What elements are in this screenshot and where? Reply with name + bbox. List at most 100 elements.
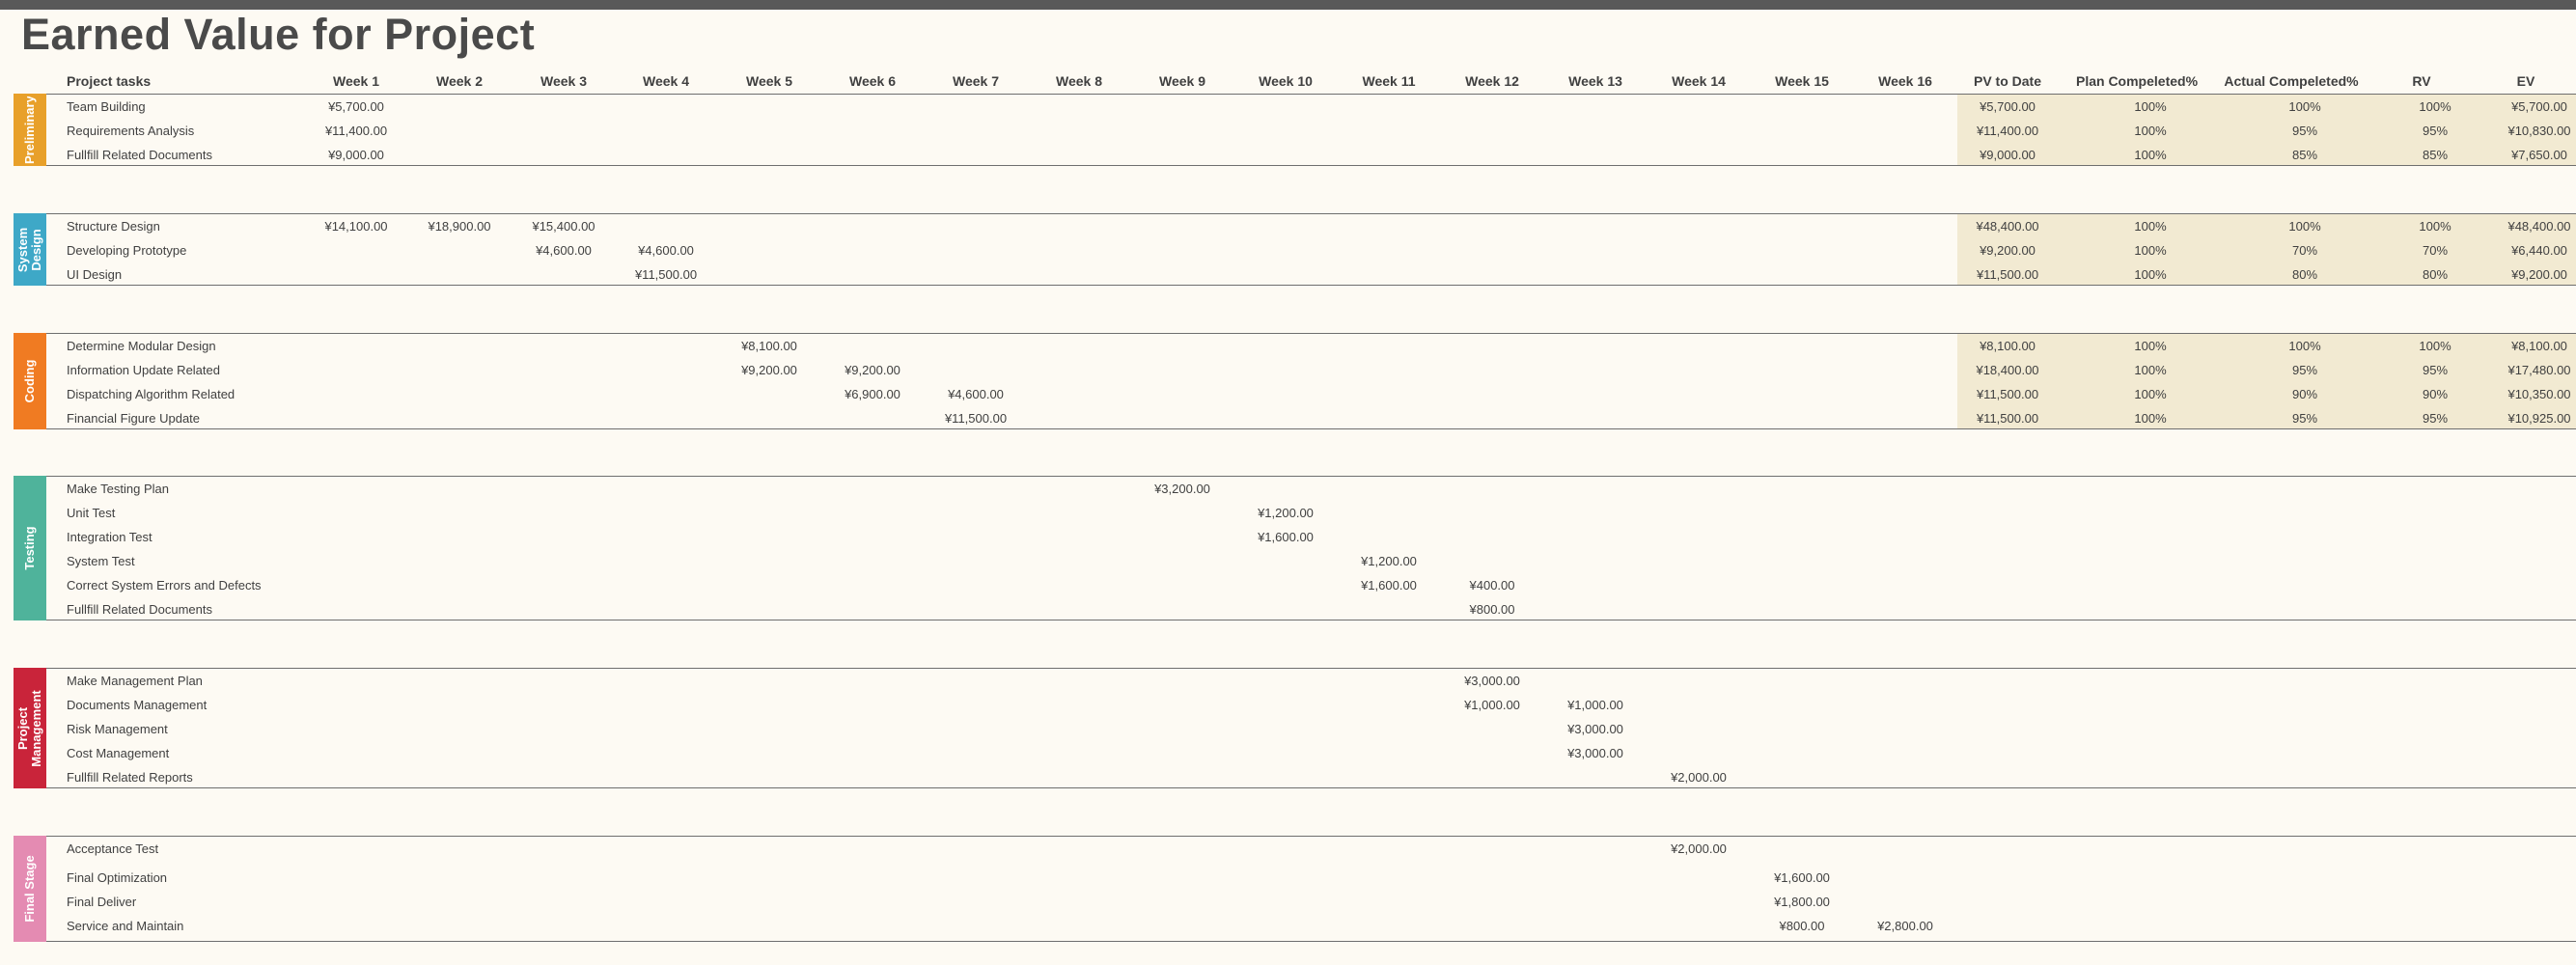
rv-value: 100% [2419, 99, 2451, 114]
ev-value: ¥7,650.00 [2511, 148, 2567, 162]
rv-value: 95% [2422, 411, 2449, 426]
plan-completed-value: 100% [2134, 148, 2167, 162]
actual-completed-value: 100% [2288, 99, 2321, 114]
table-row: Make Testing Plan ¥3,200.00 [14, 477, 2576, 501]
header-week-15: Week 15 [1775, 73, 1829, 89]
week-12-cost: ¥400.00 [1469, 578, 1515, 593]
week-3-cost: ¥4,600.00 [536, 243, 592, 258]
pv-to-date-value: ¥8,100.00 [1980, 339, 2036, 353]
header-week-14: Week 14 [1672, 73, 1726, 89]
ev-value: ¥10,830.00 [2507, 124, 2571, 138]
ev-value: ¥6,440.00 [2511, 243, 2567, 258]
pv-to-date-value: ¥11,400.00 [1976, 124, 2039, 138]
rv-value: 90% [2422, 387, 2449, 401]
actual-completed-value: 85% [2291, 148, 2318, 162]
week-11-cost: ¥1,200.00 [1361, 554, 1417, 568]
pv-to-date-value: ¥11,500.00 [1976, 267, 2039, 282]
week-1-cost: ¥11,400.00 [324, 124, 388, 138]
week-14-cost: ¥2,000.00 [1671, 770, 1727, 785]
header-week-1: Week 1 [333, 73, 379, 89]
actual-completed-value: 80% [2291, 267, 2318, 282]
rv-value: 80% [2422, 267, 2449, 282]
week-5-cost: ¥8,100.00 [741, 339, 797, 353]
table-row: Correct System Errors and Defects ¥1,600.… [14, 573, 2576, 597]
task-name: Team Building [67, 99, 146, 114]
week-6-cost: ¥9,200.00 [845, 363, 900, 377]
table-row: UI Design ¥11,500.00 ¥11,500.00 100% 80% 80% ¥… [14, 262, 2576, 287]
header-pv-to-date: PV to Date [1973, 73, 2042, 89]
top-bar [0, 0, 2576, 10]
table-row: Financial Figure Update ¥11,500.00 ¥11,500… [14, 406, 2576, 430]
task-group-final-stage: Final Stage Acceptance Test ¥2,000.00 Final… [14, 836, 2576, 942]
pv-to-date-value: ¥11,500.00 [1976, 387, 2039, 401]
task-name: Requirements Analysis [67, 124, 195, 138]
week-13-cost: ¥1,000.00 [1567, 698, 1623, 712]
header-week-12: Week 12 [1465, 73, 1519, 89]
header-plan-completed: Plan Compeleted% [2075, 73, 2199, 89]
table-row: Fullfill Related Reports ¥2,000.00 [14, 765, 2576, 789]
table-row: Final Optimization ¥1,600.00 [14, 866, 2576, 890]
task-name: Acceptance Test [67, 841, 159, 856]
week-10-cost: ¥1,600.00 [1258, 530, 1314, 544]
task-name: Correct System Errors and Defects [67, 578, 262, 593]
plan-completed-value: 100% [2134, 363, 2167, 377]
header-ev: EV [2516, 73, 2535, 89]
header-rv: RV [2412, 73, 2431, 89]
table-row: Determine Modular Design ¥8,100.00 ¥8,100.… [14, 334, 2576, 358]
actual-completed-value: 100% [2288, 339, 2321, 353]
header-week-6: Week 6 [849, 73, 896, 89]
table-row: Team Building ¥5,700.00 ¥5,700.00 100% 100% 1… [14, 95, 2576, 119]
header-week-9: Week 9 [1159, 73, 1205, 89]
week-12-cost: ¥3,000.00 [1464, 674, 1520, 688]
table-row: Structure Design ¥14,100.00 ¥18,900.00 ¥15,… [14, 214, 2576, 238]
task-name: Service and Maintain [67, 919, 184, 933]
table-row: Developing Prototype ¥4,600.00 ¥4,600.00 ¥9… [14, 238, 2576, 262]
week-11-cost: ¥1,600.00 [1361, 578, 1417, 593]
table-row: Make Management Plan ¥3,000.00 [14, 669, 2576, 693]
task-name: Structure Design [67, 219, 160, 234]
header-week-11: Week 11 [1362, 73, 1416, 89]
task-name: Final Deliver [67, 895, 137, 909]
task-name: Final Optimization [67, 870, 168, 885]
ev-value: ¥8,100.00 [2511, 339, 2567, 353]
rv-value: 100% [2419, 339, 2451, 353]
task-name: Integration Test [67, 530, 152, 544]
pv-to-date-value: ¥48,400.00 [1976, 219, 2039, 234]
pv-to-date-value: ¥11,500.00 [1976, 411, 2039, 426]
ev-value: ¥10,925.00 [2507, 411, 2571, 426]
actual-completed-value: 70% [2291, 243, 2318, 258]
ev-value: ¥17,480.00 [2507, 363, 2571, 377]
table-row: Information Update Related ¥9,200.00 ¥9,20… [14, 358, 2576, 382]
week-5-cost: ¥9,200.00 [741, 363, 797, 377]
week-14-cost: ¥2,000.00 [1671, 841, 1727, 856]
pv-to-date-value: ¥9,000.00 [1980, 148, 2036, 162]
week-9-cost: ¥3,200.00 [1154, 482, 1210, 496]
task-name: Fullfill Related Documents [67, 148, 213, 162]
task-name: System Test [67, 554, 135, 568]
ev-value: ¥5,700.00 [2511, 99, 2567, 114]
actual-completed-value: 95% [2291, 411, 2318, 426]
week-4-cost: ¥11,500.00 [634, 267, 698, 282]
ev-value: ¥10,350.00 [2507, 387, 2571, 401]
week-15-cost: ¥1,600.00 [1774, 870, 1830, 885]
week-1-cost: ¥14,100.00 [324, 219, 388, 234]
week-6-cost: ¥6,900.00 [845, 387, 900, 401]
rv-value: 85% [2422, 148, 2449, 162]
week-7-cost: ¥11,500.00 [944, 411, 1008, 426]
task-group-coding: Coding Determine Modular Design ¥8,100.00 ¥… [14, 333, 2576, 429]
task-name: Unit Test [67, 506, 116, 520]
task-name: Determine Modular Design [67, 339, 216, 353]
table-row: Documents Management ¥1,000.00 ¥1,000.00 [14, 693, 2576, 717]
plan-completed-value: 100% [2134, 243, 2167, 258]
task-group-project-management: Project Management Make Management Plan ¥3,… [14, 668, 2576, 788]
plan-completed-value: 100% [2134, 411, 2167, 426]
ev-value: ¥9,200.00 [2511, 267, 2567, 282]
header-week-16: Week 16 [1878, 73, 1932, 89]
week-12-cost: ¥1,000.00 [1464, 698, 1520, 712]
header-week-4: Week 4 [643, 73, 689, 89]
plan-completed-value: 100% [2134, 339, 2167, 353]
week-15-cost: ¥800.00 [1779, 919, 1825, 933]
header-week-7: Week 7 [953, 73, 999, 89]
header-actual-completed: Actual Compeleted% [2224, 73, 2359, 89]
week-13-cost: ¥3,000.00 [1567, 746, 1623, 760]
